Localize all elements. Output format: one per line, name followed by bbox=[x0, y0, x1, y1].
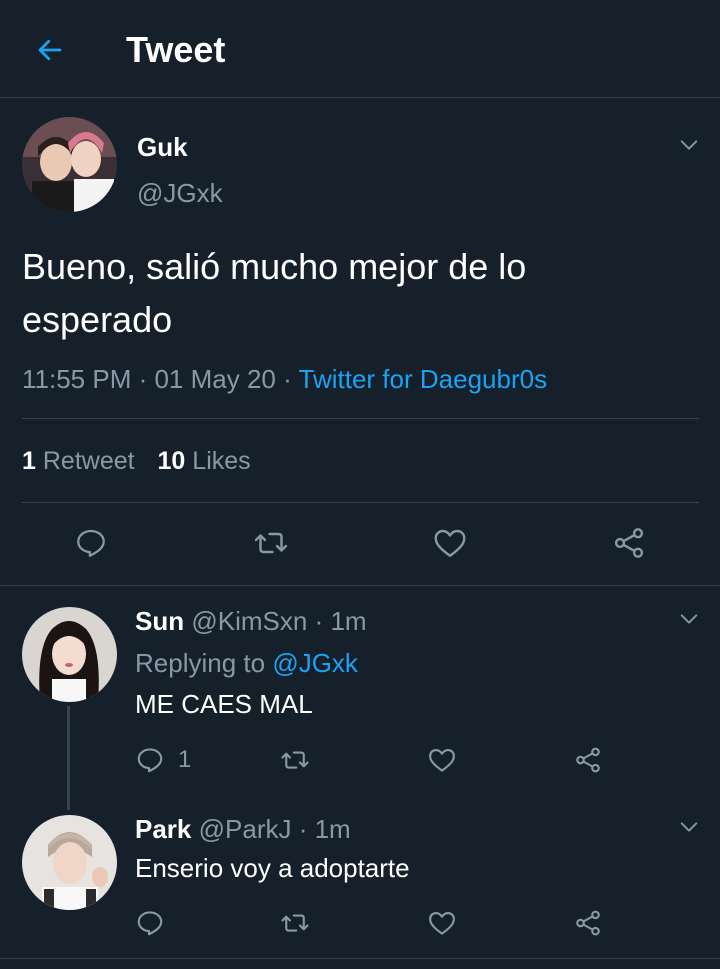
retweet-icon bbox=[281, 914, 309, 932]
like-icon bbox=[429, 911, 455, 935]
share-button[interactable] bbox=[570, 905, 606, 941]
reply-text: Enserio voy a adoptarte bbox=[135, 853, 410, 883]
reply-header: Park @ParkJ · 1m bbox=[135, 813, 351, 845]
tweet-text-line2: esperado bbox=[22, 299, 173, 340]
reply-time: · 1m bbox=[298, 814, 351, 844]
retweet-label: Retweet bbox=[42, 447, 135, 475]
like-button[interactable] bbox=[429, 522, 471, 564]
retweet-icon bbox=[281, 751, 309, 769]
like-icon bbox=[429, 748, 455, 772]
retweet-button[interactable] bbox=[250, 522, 292, 564]
reply-count: 1 bbox=[178, 746, 192, 773]
reply-button[interactable] bbox=[132, 905, 168, 941]
share-icon bbox=[614, 528, 644, 558]
tweet-text: Bueno, salió mucho mejor de lo esperado bbox=[22, 240, 526, 346]
reply-icon bbox=[77, 529, 105, 557]
reply-icon bbox=[137, 911, 163, 936]
like-label: Likes bbox=[192, 447, 251, 475]
tweet-stats: 1 Retweet 10 Likes bbox=[22, 445, 251, 477]
reply-header: Sun @KimSxn · 1m bbox=[135, 605, 367, 637]
retweets-stat[interactable]: 1 Retweet bbox=[22, 447, 135, 475]
replying-to-label: Replying to bbox=[135, 648, 273, 678]
meta-separator: · bbox=[275, 364, 299, 394]
tweet-source-link[interactable]: Twitter for Daegubr0s bbox=[299, 364, 548, 394]
divider bbox=[0, 958, 720, 959]
divider bbox=[0, 585, 720, 586]
chevron-down-icon bbox=[680, 614, 698, 624]
reply-button[interactable] bbox=[132, 742, 168, 778]
reply-author-handle[interactable]: @KimSxn bbox=[191, 606, 307, 636]
reply-options-button[interactable] bbox=[674, 604, 704, 634]
tweet-time: 11:55 PM bbox=[22, 364, 132, 394]
tweet-meta: 11:55 PM · 01 May 20 · Twitter for Daegu… bbox=[22, 362, 547, 396]
meta-separator: · bbox=[131, 364, 155, 394]
retweet-count: 1 bbox=[22, 447, 36, 475]
reply-icon bbox=[137, 748, 163, 773]
share-icon bbox=[576, 910, 600, 936]
reply-time: · 1m bbox=[314, 606, 367, 636]
page-title: Tweet bbox=[126, 29, 226, 70]
divider bbox=[22, 418, 699, 419]
tweet-options-button[interactable] bbox=[674, 130, 704, 160]
tweet-text-line1: Bueno, salió mucho mejor de lo bbox=[22, 246, 527, 287]
share-button[interactable] bbox=[608, 522, 650, 564]
retweet-icon bbox=[254, 532, 288, 554]
share-button[interactable] bbox=[570, 742, 606, 778]
chevron-down-icon bbox=[680, 140, 698, 150]
like-button[interactable] bbox=[424, 905, 460, 941]
reply-author-name[interactable]: Sun bbox=[135, 606, 184, 636]
chevron-down-icon bbox=[680, 822, 698, 832]
avatar-sun[interactable] bbox=[22, 607, 117, 702]
reply-author-name[interactable]: Park bbox=[135, 814, 191, 844]
reply-options-button[interactable] bbox=[674, 812, 704, 842]
reply-text: ME CAES MAL bbox=[135, 689, 313, 719]
likes-stat[interactable]: 10 Likes bbox=[158, 447, 251, 475]
avatar-image bbox=[22, 117, 117, 212]
avatar-guk[interactable] bbox=[22, 117, 117, 212]
retweet-button[interactable] bbox=[277, 905, 313, 941]
reply-author-handle[interactable]: @ParkJ bbox=[199, 814, 292, 844]
avatar-image bbox=[22, 607, 117, 702]
thread-line bbox=[67, 706, 70, 810]
replying-to: Replying to @JGxk bbox=[135, 647, 358, 679]
retweet-button[interactable] bbox=[277, 742, 313, 778]
reply-button[interactable] bbox=[70, 522, 112, 564]
avatar-image bbox=[22, 815, 117, 910]
back-button[interactable] bbox=[28, 28, 72, 72]
like-button[interactable] bbox=[424, 742, 460, 778]
replying-to-handle[interactable]: @JGxk bbox=[272, 648, 358, 678]
like-count: 10 bbox=[157, 447, 186, 475]
share-icon bbox=[576, 747, 600, 773]
top-bar: Tweet bbox=[0, 0, 720, 98]
avatar-park[interactable] bbox=[22, 815, 117, 910]
tweet-date: 01 May 20 bbox=[154, 364, 276, 394]
author-handle[interactable]: @JGxk bbox=[137, 177, 223, 209]
divider bbox=[22, 502, 699, 503]
author-name[interactable]: Guk bbox=[137, 131, 188, 163]
like-icon bbox=[434, 529, 466, 557]
back-arrow-icon bbox=[38, 39, 62, 61]
